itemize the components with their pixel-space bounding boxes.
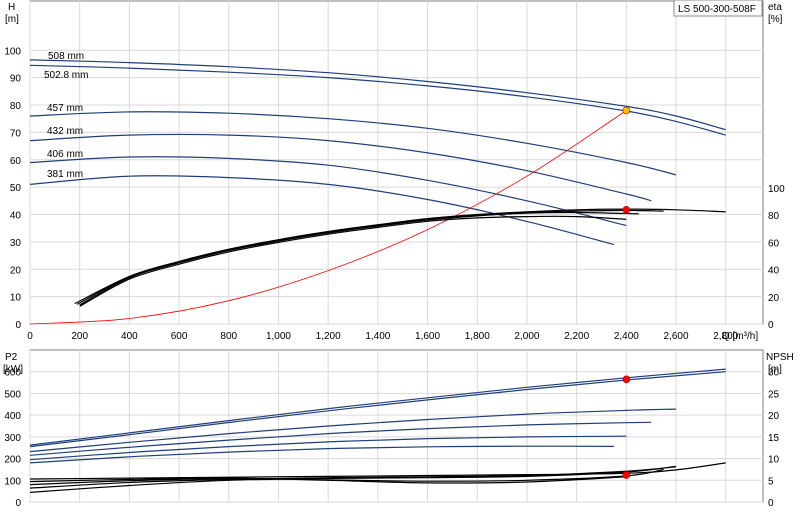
x-tick-label: 0 <box>27 331 33 342</box>
x-tick-label: 2,000 <box>514 331 539 342</box>
y-right-tick-label: 10 <box>768 455 780 466</box>
y-left-tick-label: 100 <box>4 46 21 57</box>
y-left-tick-label: 30 <box>10 238 22 249</box>
curve-label-457: 457 mm <box>47 103 83 114</box>
y-left-tick-label: 90 <box>10 74 22 85</box>
grid-layer <box>29 0 764 503</box>
y-left-tick-label: 20 <box>10 265 22 276</box>
y-left-tick-label: 60 <box>10 156 22 167</box>
x-tick-label: 1,800 <box>465 331 490 342</box>
y-left-tick-label: 50 <box>10 183 22 194</box>
y-left-tick-label: 500 <box>4 389 21 400</box>
y-right-tick-label: 100 <box>768 184 785 195</box>
x-tick-label: 2,600 <box>664 331 689 342</box>
y-label-eta: eta <box>768 2 782 13</box>
chart-title: LS 500-300-508F <box>678 4 756 15</box>
y-right-tick-label: 80 <box>768 211 780 222</box>
y-label-p2-unit: [kW] <box>3 364 23 375</box>
y-label-npsh-unit: [m] <box>768 364 782 375</box>
y-left-tick-label: 0 <box>15 320 21 331</box>
y-label-h-unit: [m] <box>5 14 19 25</box>
y-right-tick-label: 40 <box>768 266 780 277</box>
x-tick-label: 1,200 <box>316 331 341 342</box>
y-label-eta-unit: [%] <box>768 14 783 25</box>
y-right-tick-label: 0 <box>768 320 774 331</box>
curve-label-406: 406 mm <box>47 149 83 160</box>
operating-point-0-1 <box>622 205 631 214</box>
x-tick-label: 600 <box>171 331 188 342</box>
operating-point-1-1 <box>622 471 631 479</box>
operating-point-1-0 <box>622 375 631 384</box>
x-tick-label: 2,400 <box>614 331 639 342</box>
y-left-tick-label: 70 <box>10 128 22 139</box>
curve-label-502-8: 502.8 mm <box>44 70 88 81</box>
x-label-q: Q [m³/h] <box>722 331 758 342</box>
y-right-tick-label: 5 <box>768 476 774 487</box>
y-left-tick-label: 300 <box>4 433 21 444</box>
y-right-tick-label: 0 <box>768 498 774 509</box>
y-right-tick-label: 25 <box>768 389 780 400</box>
y-label-p2: P2 <box>5 352 18 363</box>
y-left-tick-label: 100 <box>4 476 21 487</box>
y-right-tick-label: 20 <box>768 293 780 304</box>
y-left-tick-label: 40 <box>10 211 22 222</box>
x-tick-label: 1,400 <box>365 331 390 342</box>
x-tick-label: 1,600 <box>415 331 440 342</box>
curve-label-381: 381 mm <box>47 169 83 180</box>
y-left-tick-label: 400 <box>4 411 21 422</box>
y-left-tick-label: 200 <box>4 455 21 466</box>
x-tick-label: 400 <box>121 331 138 342</box>
y-left-tick-label: 80 <box>10 101 22 112</box>
curve-label-508: 508 mm <box>48 51 84 62</box>
y-left-tick-label: 0 <box>15 498 21 509</box>
pump-curve-chart: 0 200 400 600 800 1,000 1,200 1,400 1,600 1,800 2,… <box>3 0 794 509</box>
x-tick-label: 800 <box>220 331 237 342</box>
y-label-h: H <box>8 2 15 13</box>
y-label-npsh: NPSH <box>766 352 794 363</box>
y-left-tick-label: 10 <box>10 293 22 304</box>
y-right-tick-label: 20 <box>768 411 780 422</box>
y-right-tick-label: 15 <box>768 433 780 444</box>
x-tick-label: 1,000 <box>266 331 291 342</box>
x-tick-label: 2,200 <box>564 331 589 342</box>
curve-label-432: 432 mm <box>47 126 83 137</box>
y-right-tick-label: 60 <box>768 238 780 249</box>
x-tick-label: 200 <box>71 331 88 342</box>
operating-point-0-0 <box>622 106 631 115</box>
